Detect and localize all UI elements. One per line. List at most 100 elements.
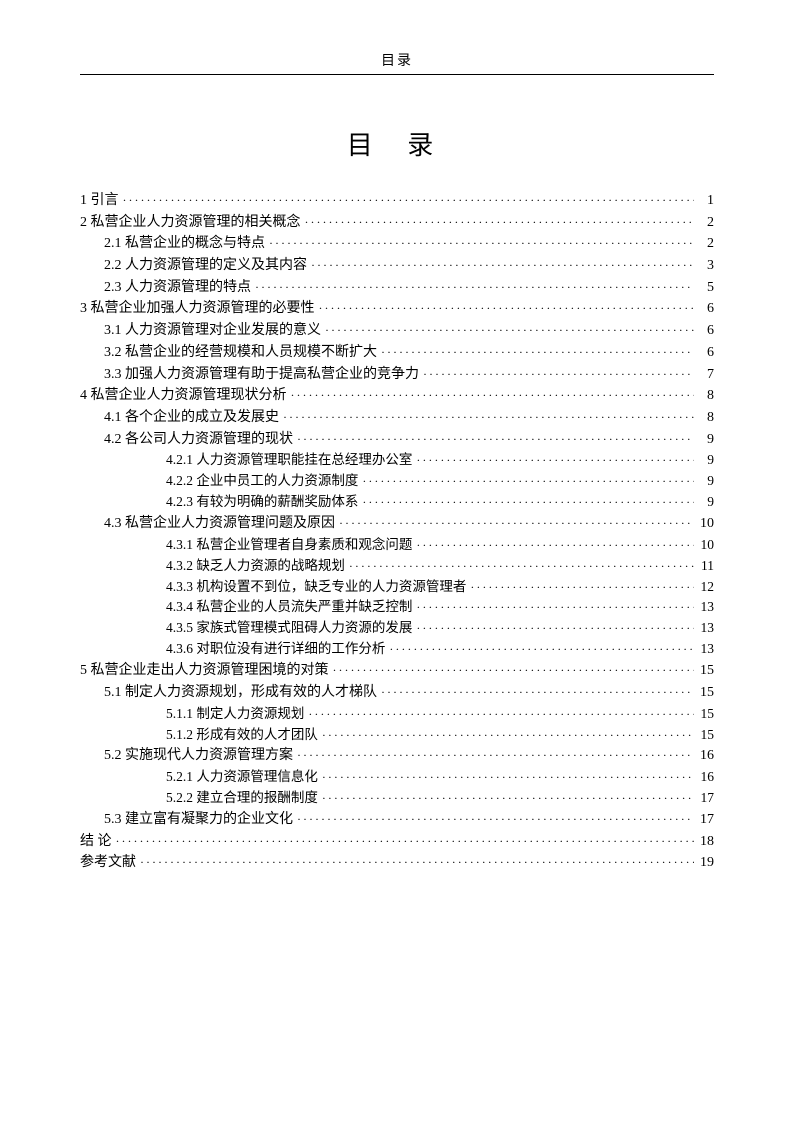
toc-entry-label: 4.3.4 私营企业的人员流失严重并缺乏控制 [166, 597, 412, 618]
toc-entry: 5.3 建立富有凝聚力的企业文化17 [80, 809, 714, 831]
toc-entry-label: 4 私营企业人力资源管理现状分析 [80, 385, 287, 407]
page: 目录 目 录 1 引言12 私营企业人力资源管理的相关概念22.1 私营企业的概… [0, 0, 794, 1123]
toc-entry-label: 1 引言 [80, 190, 119, 212]
toc-leader [311, 256, 694, 275]
toc-leader [255, 278, 694, 297]
toc-entry-label: 3.1 人力资源管理对企业发展的意义 [104, 320, 321, 342]
toc-entry-label: 2.3 人力资源管理的特点 [104, 277, 251, 299]
toc-entry-label: 参考文献 [80, 852, 136, 874]
toc-entry-label: 4.2.3 有较为明确的薪酬奖励体系 [166, 492, 358, 513]
toc-leader [333, 661, 695, 680]
toc-entry-label: 4.3 私营企业人力资源管理问题及原因 [104, 513, 335, 535]
toc-entry: 结 论 18 [80, 831, 714, 853]
toc-entry-page: 17 [698, 788, 714, 809]
toc-entry: 5.1.2 形成有效的人才团队 15 [80, 725, 714, 746]
toc-entry-label: 2.1 私营企业的概念与特点 [104, 233, 265, 255]
toc-entry-page: 6 [698, 342, 714, 364]
toc-entry-page: 2 [698, 233, 714, 255]
toc-entry: 4.3.5 家族式管理模式阻碍人力资源的发展 13 [80, 618, 714, 639]
toc-leader [140, 853, 694, 872]
toc-leader [305, 213, 695, 232]
toc-entry-page: 12 [698, 577, 714, 598]
toc-leader [116, 832, 695, 851]
toc-leader [339, 514, 694, 533]
toc-entry: 5 私营企业走出人力资源管理困境的对策15 [80, 660, 714, 682]
toc-entry: 4.1 各个企业的成立及发展史8 [80, 407, 714, 429]
toc-leader [291, 386, 695, 405]
toc-entry-page: 16 [698, 767, 714, 788]
toc-entry-label: 2 私营企业人力资源管理的相关概念 [80, 212, 301, 234]
toc-entry-page: 9 [698, 492, 714, 513]
toc-leader [362, 493, 694, 512]
header-rule [80, 74, 714, 75]
toc-entry-label: 结 论 [80, 831, 112, 853]
toc-leader [325, 321, 694, 340]
toc-leader [416, 451, 694, 470]
toc-leader [319, 299, 695, 318]
toc-entry-page: 6 [698, 298, 714, 320]
toc-entry-label: 5.1.1 制定人力资源规划 [166, 704, 304, 725]
toc-entry: 3.3 加强人力资源管理有助于提高私营企业的竞争力 7 [80, 364, 714, 386]
toc-entry: 5.1.1 制定人力资源规划15 [80, 704, 714, 725]
toc-leader [123, 191, 695, 210]
toc-entry: 4.3.2 缺乏人力资源的战略规划 11 [80, 556, 714, 577]
toc-entry-page: 1 [698, 190, 714, 212]
toc-entry-page: 9 [698, 471, 714, 492]
toc-leader [308, 705, 694, 724]
toc-entry: 4.3.3 机构设置不到位，缺乏专业的人力资源管理者 12 [80, 577, 714, 598]
toc-entry-label: 5.1 制定人力资源规划，形成有效的人才梯队 [104, 682, 377, 704]
toc-entry-label: 2.2 人力资源管理的定义及其内容 [104, 255, 307, 277]
toc-leader [416, 536, 694, 555]
toc-entry-page: 18 [698, 831, 714, 853]
toc-entry-page: 7 [698, 364, 714, 386]
toc-entry-page: 15 [698, 725, 714, 746]
toc-entry: 4.3 私营企业人力资源管理问题及原因10 [80, 513, 714, 535]
toc-entry: 3.1 人力资源管理对企业发展的意义6 [80, 320, 714, 342]
toc-entry-label: 3.3 加强人力资源管理有助于提高私营企业的竞争力 [104, 364, 419, 386]
toc-entry-page: 8 [698, 407, 714, 429]
toc-leader [297, 810, 694, 829]
toc-entry-label: 5.1.2 形成有效的人才团队 [166, 725, 318, 746]
toc-entry-page: 16 [698, 745, 714, 767]
toc-entry: 4.3.1 私营企业管理者自身素质和观念问题 10 [80, 535, 714, 556]
toc-leader [322, 789, 694, 808]
toc-leader [362, 472, 694, 491]
toc-leader [381, 683, 694, 702]
toc-entry-label: 4.3.3 机构设置不到位，缺乏专业的人力资源管理者 [166, 577, 466, 598]
toc-entry-page: 19 [698, 852, 714, 874]
toc-leader [297, 746, 694, 765]
toc-entry-label: 5 私营企业走出人力资源管理困境的对策 [80, 660, 329, 682]
toc-entry: 5.2.2 建立合理的报酬制度17 [80, 788, 714, 809]
toc-entry-page: 10 [698, 535, 714, 556]
toc-entry: 1 引言 1 [80, 190, 714, 212]
toc-entry-page: 13 [698, 618, 714, 639]
toc-entry: 2 私营企业人力资源管理的相关概念2 [80, 212, 714, 234]
toc-entry-page: 9 [698, 429, 714, 451]
toc-entry: 5.2 实施现代人力资源管理方案16 [80, 745, 714, 767]
toc-entry: 3 私营企业加强人力资源管理的必要性6 [80, 298, 714, 320]
toc-leader [470, 578, 694, 597]
toc-entry-page: 13 [698, 597, 714, 618]
toc-entry-label: 4.3.5 家族式管理模式阻碍人力资源的发展 [166, 618, 412, 639]
toc-leader [416, 619, 694, 638]
toc-entry-page: 11 [698, 556, 714, 577]
toc-entry: 4 私营企业人力资源管理现状分析8 [80, 385, 714, 407]
toc-entry: 2.2 人力资源管理的定义及其内容3 [80, 255, 714, 277]
toc-entry-label: 3.2 私营企业的经营规模和人员规模不断扩大 [104, 342, 377, 364]
toc-entry-page: 9 [698, 450, 714, 471]
toc-leader [269, 234, 694, 253]
toc-entry: 4.3.4 私营企业的人员流失严重并缺乏控制 13 [80, 597, 714, 618]
toc-entry-label: 4.3.1 私营企业管理者自身素质和观念问题 [166, 535, 412, 556]
toc-entry: 2.1 私营企业的概念与特点 2 [80, 233, 714, 255]
toc-entry-label: 4.2.2 企业中员工的人力资源制度 [166, 471, 358, 492]
toc-entry: 参考文献 19 [80, 852, 714, 874]
toc-entry-label: 4.2.1 人力资源管理职能挂在总经理办公室 [166, 450, 412, 471]
toc-entry: 4.3.6 对职位没有进行详细的工作分析 13 [80, 639, 714, 660]
toc-entry: 5.1 制定人力资源规划，形成有效的人才梯队15 [80, 682, 714, 704]
toc-entry: 5.2.1 人力资源管理信息化16 [80, 767, 714, 788]
toc-entry-page: 13 [698, 639, 714, 660]
toc-entry-label: 4.3.6 对职位没有进行详细的工作分析 [166, 639, 385, 660]
toc-entry: 4.2.2 企业中员工的人力资源制度 9 [80, 471, 714, 492]
toc-leader [322, 726, 694, 745]
toc-entry-label: 4.3.2 缺乏人力资源的战略规划 [166, 556, 345, 577]
